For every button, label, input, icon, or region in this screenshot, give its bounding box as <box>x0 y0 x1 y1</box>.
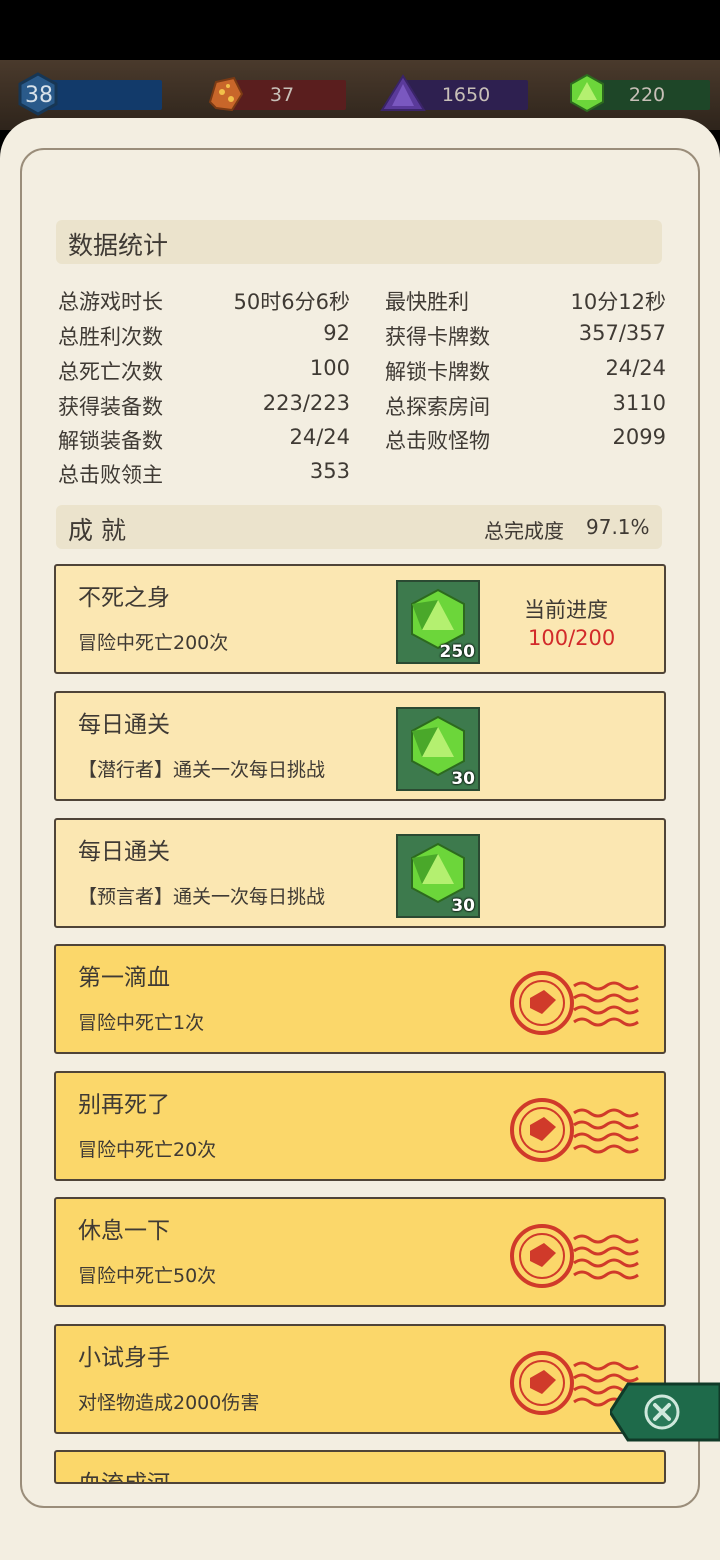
close-icon <box>608 1382 720 1442</box>
completion-label: 总完成度 <box>484 519 564 543</box>
stat-label: 最快胜利 <box>385 290 469 314</box>
reward-badge: 250 <box>396 580 480 664</box>
achievement-card[interactable]: 每日通关 【潜行者】通关一次每日挑战 30 <box>54 691 666 801</box>
reward-amount: 30 <box>451 769 475 789</box>
achievement-title: 小试身手 <box>78 1345 170 1371</box>
achievement-card[interactable]: 别再死了 冒险中死亡20次 <box>54 1071 666 1181</box>
stat-label: 解锁装备数 <box>58 429 163 453</box>
stat-value: 2099 <box>612 425 666 449</box>
stat-label: 总探索房间 <box>385 395 490 419</box>
achievement-title: 第一滴血 <box>78 965 170 991</box>
close-button[interactable] <box>608 1382 720 1442</box>
achievement-card[interactable]: 每日通关 【预言者】通关一次每日挑战 30 <box>54 818 666 928</box>
stat-label: 总游戏时长 <box>58 290 163 314</box>
ore-resource: 37 <box>208 76 346 112</box>
gem-resource: 220 <box>570 73 710 113</box>
achievement-desc: 冒险中死亡200次 <box>78 632 229 654</box>
stat-value: 10分12秒 <box>570 290 666 314</box>
achievement-desc: 对怪物造成2000伤害 <box>78 1392 260 1414</box>
achievements-title: 成 就 <box>68 516 126 545</box>
achievement-card[interactable]: 不死之身 冒险中死亡200次 250 当前进度 100/200 <box>54 564 666 674</box>
achievement-desc: 【预言者】通关一次每日挑战 <box>78 886 326 908</box>
level-value: 38 <box>25 83 53 108</box>
stat-label: 解锁卡牌数 <box>385 360 490 384</box>
stat-label: 总死亡次数 <box>58 360 163 384</box>
reward-amount: 250 <box>439 642 476 662</box>
achievement-desc: 【潜行者】通关一次每日挑战 <box>78 759 326 781</box>
stat-label: 总胜利次数 <box>58 325 163 349</box>
achievement-title: 每日通关 <box>78 712 170 738</box>
completion-value: 97.1% <box>586 515 650 539</box>
completed-stamp-icon <box>510 1224 639 1288</box>
achievement-desc: 冒险中死亡1次 <box>78 1012 205 1034</box>
reward-badge: 30 <box>396 707 480 791</box>
achievement-card[interactable]: 第一滴血 冒险中死亡1次 <box>54 944 666 1054</box>
reward-amount: 30 <box>451 896 475 916</box>
stat-value: 3110 <box>612 391 666 415</box>
achievement-card[interactable]: 血流成河 <box>54 1450 666 1484</box>
ore-value: 37 <box>269 84 295 106</box>
stat-label: 总击败领主 <box>58 463 163 487</box>
stat-value: 50时6分6秒 <box>233 290 350 314</box>
achievement-desc: 冒险中死亡50次 <box>78 1265 217 1287</box>
stat-value: 24/24 <box>289 425 350 449</box>
stat-value: 223/223 <box>262 391 350 415</box>
completed-stamp-icon <box>510 1098 639 1162</box>
achievements-header: 成 就 总完成度 97.1% <box>56 505 662 549</box>
achievement-card[interactable]: 小试身手 对怪物造成2000伤害 <box>54 1324 666 1434</box>
completed-stamp-icon <box>510 971 639 1035</box>
stat-label: 获得装备数 <box>58 395 163 419</box>
gem-value: 220 <box>628 84 666 106</box>
progress-value: 100/200 <box>528 626 616 650</box>
level-resource: 38 <box>18 72 162 116</box>
stat-label: 获得卡牌数 <box>385 325 490 349</box>
reward-badge: 30 <box>396 834 480 918</box>
crystal-value: 1650 <box>441 84 491 106</box>
progress-label: 当前进度 <box>524 598 608 622</box>
achievement-title: 不死之身 <box>78 585 170 611</box>
achievement-title: 别再死了 <box>78 1092 170 1118</box>
achievement-title: 每日通关 <box>78 839 170 865</box>
stats-header: 数据统计 <box>56 220 662 264</box>
achievement-title: 休息一下 <box>78 1218 170 1244</box>
achievement-title: 血流成河 <box>78 1471 170 1484</box>
stat-label: 总击败怪物 <box>385 429 490 453</box>
stats-title: 数据统计 <box>68 231 169 260</box>
stat-value: 24/24 <box>605 356 666 380</box>
achievement-card[interactable]: 休息一下 冒险中死亡50次 <box>54 1197 666 1307</box>
stat-value: 92 <box>323 321 350 345</box>
achievement-desc: 冒险中死亡20次 <box>78 1139 217 1161</box>
crystal-resource: 1650 <box>380 74 528 111</box>
stat-value: 100 <box>309 356 350 380</box>
stat-value: 357/357 <box>578 321 666 345</box>
stat-value: 353 <box>309 459 350 483</box>
